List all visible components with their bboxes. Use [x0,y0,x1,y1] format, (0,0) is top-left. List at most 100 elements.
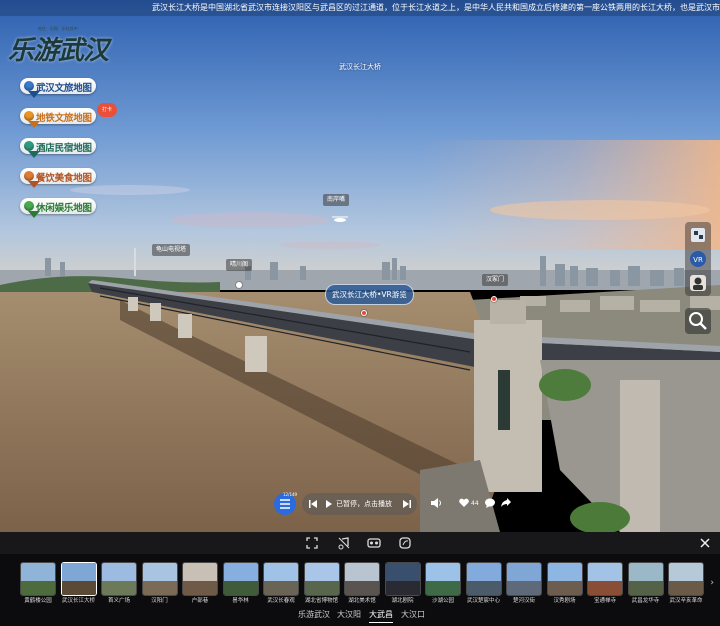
music-off-icon[interactable] [337,536,351,550]
scene-thumbnail[interactable]: 湖北美术馆 [344,562,380,608]
menu-label: 酒店民宿地图 [36,143,92,154]
speaker-icon [431,498,441,508]
panorama-image [0,0,720,532]
scene-thumbnail[interactable]: 武汉长春观 [263,562,299,608]
panorama-view[interactable]: 武汉长江大桥是中国湖北省武汉市连接汉阳区与武昌区的过江通道，位于长江水道之上，是… [0,0,720,532]
scene-thumbnail[interactable]: 汉秀剧场 [546,562,583,608]
audio-player: 已暂停，点击播放 [302,493,417,515]
scene-counter: 12/149 [283,492,298,497]
hotspot-bridge-vr-tour[interactable]: 武汉长江大桥•VR游览 [325,284,414,305]
share-icon [501,498,511,507]
previous-icon[interactable] [308,498,318,510]
thumbnail-caption: 首义广场 [107,598,130,604]
logo-subtitle: 吃住 · 乐购 · 乐在其中 [38,26,78,31]
thumbnail-image [344,562,380,596]
vr-mode-button[interactable]: VR [688,249,708,269]
scene-description-marquee: 武汉长江大桥是中国湖北省武汉市连接汉阳区与武昌区的过江通道，位于长江水道之上，是… [0,0,720,16]
scene-title: 武汉长江大桥 [339,63,381,71]
scene-thumbnail[interactable]: 武汉长江大桥 [60,562,97,608]
scene-thumbnail[interactable]: 沙湖公园 [425,562,461,608]
menu-item-wuhan-culture-map[interactable]: 武汉文旅地图 [20,78,96,98]
menu-item-hotel-map[interactable]: 酒店民宿地图 [20,138,96,158]
thumbnail-image [384,562,421,596]
scene-thumbnail[interactable]: 首义广场 [101,562,137,608]
scene-thumbnail[interactable]: 汉阳门 [141,562,178,608]
menu-label: 武汉文旅地图 [36,83,92,94]
guide-avatar-button[interactable] [688,273,708,293]
scene-thumbnail-strip: 黄鹤楼公园 武汉长江大桥 首义广场 汉阳门 户部巷 昙华林 武汉长春观 湖北省博物馆 湖北美术馆… [20,562,710,608]
search-button[interactable] [685,308,711,334]
globe-icon [24,81,34,91]
scene-thumbnail[interactable]: 湖北省博物馆 [303,562,340,608]
scene-thumbnail[interactable]: 武汉辛亥革命 [668,562,704,608]
thumbnail-caption: 武汉楚宸中心 [466,598,500,604]
scene-thumbnail[interactable]: 武昌龙华寺 [627,562,664,608]
bottom-toolbar [0,532,720,554]
menu-item-metro-culture-map[interactable]: 地铁文旅地图 打卡 [20,103,117,128]
right-toolbar: VR [685,222,711,296]
scene-thumbnail[interactable]: 昙华林 [222,562,259,608]
thumbnail-caption: 湖北省博物馆 [304,598,338,604]
player-status[interactable]: 已暂停，点击播放 [336,499,392,509]
group-tab[interactable]: 乐游武汉 [298,609,330,620]
hotspot-tv-tower[interactable]: 龟山电视塔 [152,244,191,256]
thumbnail-caption: 武昌龙华寺 [631,598,660,604]
thumbnail-image [303,562,340,596]
vr-glasses-icon[interactable] [367,536,381,550]
bottom-panel: 黄鹤楼公园 武汉长江大桥 首义广场 汉阳门 户部巷 昙华林 武汉长春观 湖北省博物馆 湖北美术馆… [0,532,720,626]
thumbnail-image [141,562,178,596]
group-tab[interactable]: 大汉口 [401,609,425,620]
thumbnail-caption: 沙湖公园 [431,598,454,604]
checkin-badge[interactable]: 打卡 [97,103,117,117]
scene-thumbnail[interactable]: 黄鹤楼公园 [20,562,56,608]
menu-item-food-map[interactable]: 餐饮美食地图 [20,168,96,188]
scene-thumbnail[interactable]: 宝通禅寺 [587,562,623,608]
hotspot-qingchuan-pavilion[interactable]: 晴川阁 [226,259,253,271]
location-pin-icon[interactable] [491,296,497,302]
menu-label: 休闲娱乐地图 [36,203,92,214]
like-button[interactable] [458,497,470,509]
share-qrcode-button[interactable] [688,225,708,245]
share-button[interactable] [500,497,512,509]
thumbnail-caption: 武汉长春观 [267,598,295,604]
thumbnail-caption: 武汉长江大桥 [61,598,95,604]
gyroscope-icon[interactable] [398,536,412,550]
next-icon[interactable] [402,498,412,510]
comment-button[interactable] [484,497,496,509]
helicopter-icon[interactable] [330,216,350,222]
close-icon[interactable] [698,536,712,550]
thumbnail-image [101,562,137,596]
volume-button[interactable] [430,497,442,509]
thumbnail-image [627,562,664,596]
thumbnail-image [546,562,583,596]
group-tab[interactable]: 大汉阳 [337,609,361,620]
search-icon [689,312,707,330]
hotspot-hankou-gate[interactable]: 汉冢门 [482,274,509,286]
scene-thumbnail[interactable]: 楚河汉街 [506,562,542,608]
thumbnail-image [20,562,56,596]
thumbnail-caption: 汉阳门 [151,598,168,604]
thumbnail-caption: 武汉辛亥革命 [669,598,703,604]
group-tab[interactable]: 大武昌 [369,609,393,623]
scene-thumbnail[interactable]: 湖北剧院 [384,562,421,608]
logo-title: 乐游武汉 [8,36,109,66]
play-icon[interactable] [324,498,334,510]
thumbnail-image [425,562,461,596]
thumbnail-caption: 汉秀剧场 [553,598,576,604]
location-pin-icon[interactable] [236,282,242,288]
menu-item-leisure-map[interactable]: 休闲娱乐地图 [20,198,96,218]
location-pin-icon[interactable] [361,310,367,316]
scene-group-tabs: 乐游武汉 大汉阳 大武昌 大汉口 [0,609,720,623]
globe-icon [24,111,34,121]
chevron-right-icon[interactable]: › [710,578,714,588]
thumbnail-caption: 户部巷 [191,598,209,604]
scene-thumbnail[interactable]: 户部巷 [182,562,218,608]
thumbnail-image [182,562,218,596]
app-logo[interactable]: 乐游武汉 吃住 · 乐购 · 乐在其中 [8,22,123,66]
hotspot-south-gate[interactable]: 南岸嘴 [323,194,350,206]
thumbnail-image [222,562,259,596]
thumbnail-image [60,562,97,596]
menu-label: 地铁文旅地图 [36,113,92,124]
fullscreen-icon[interactable] [305,536,319,550]
scene-thumbnail[interactable]: 武汉楚宸中心 [465,562,502,608]
